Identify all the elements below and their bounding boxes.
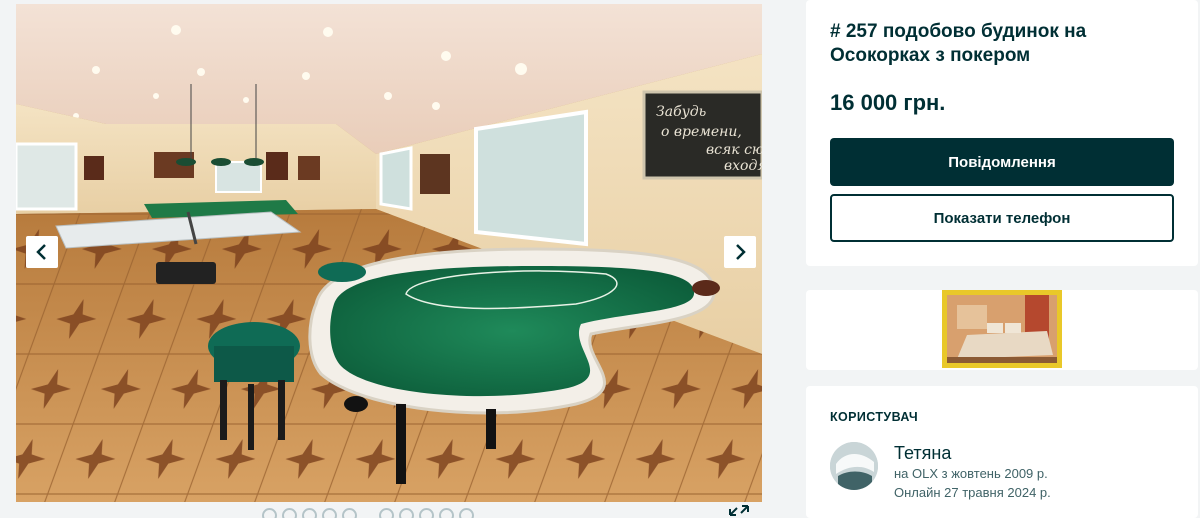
user-member-since: на OLX з жовтень 2009 р. [894,466,1048,481]
gallery-next-button[interactable] [724,236,756,268]
bedroom-image [947,295,1057,363]
svg-text:Забудь: Забудь [656,104,706,120]
user-name[interactable]: Тетяна [894,442,1051,464]
gallery-dot[interactable] [459,508,474,518]
gallery-dot[interactable] [302,508,317,518]
user-section-heading: КОРИСТУВАЧ [830,410,919,424]
chevron-left-icon [36,244,46,260]
gallery-dot[interactable] [379,508,394,518]
message-button[interactable]: Повідомлення [830,138,1174,186]
listing-summary-card: # 257 подобово будинок на Осокорках з по… [806,0,1198,266]
gallery-dot[interactable] [419,508,434,518]
fullscreen-button[interactable] [726,503,752,518]
promo-thumbnail[interactable] [942,290,1062,368]
listing-price: 16 000 грн. [830,90,946,115]
gallery-dot[interactable] [439,508,454,518]
gallery-dot[interactable] [399,508,414,518]
gallery-dot[interactable] [322,508,337,518]
user-profile-link[interactable]: Тетяна на OLX з жовтень 2009 р. Онлайн 2… [830,442,1174,502]
gallery-prev-button[interactable] [26,236,58,268]
listing-title: # 257 подобово будинок на Осокорках з по… [830,21,1087,66]
promo-thumbnail-card [806,290,1198,370]
svg-text:о времени,: о времени, [661,124,742,140]
gallery-pagination [262,508,490,518]
listing-photo: Забудь о времени, всяк сю входя [16,4,762,502]
avatar [830,442,878,490]
expand-icon [729,505,749,516]
show-phone-button[interactable]: Показати телефон [830,194,1174,242]
svg-text:всяк сю: всяк сю [706,142,762,158]
gallery-dot[interactable] [282,508,297,518]
photo-gallery[interactable]: Забудь о времени, всяк сю входя [16,4,762,502]
chevron-right-icon [736,244,746,260]
svg-text:входя: входя [724,158,762,174]
user-card: КОРИСТУВАЧ Тетяна на OLX з жовтень 2009 … [806,386,1198,518]
gallery-dot[interactable] [262,508,277,518]
gallery-dot[interactable] [342,508,357,518]
user-avatar-icon [830,442,878,490]
user-last-online: Онлайн 27 травня 2024 р. [894,485,1051,500]
